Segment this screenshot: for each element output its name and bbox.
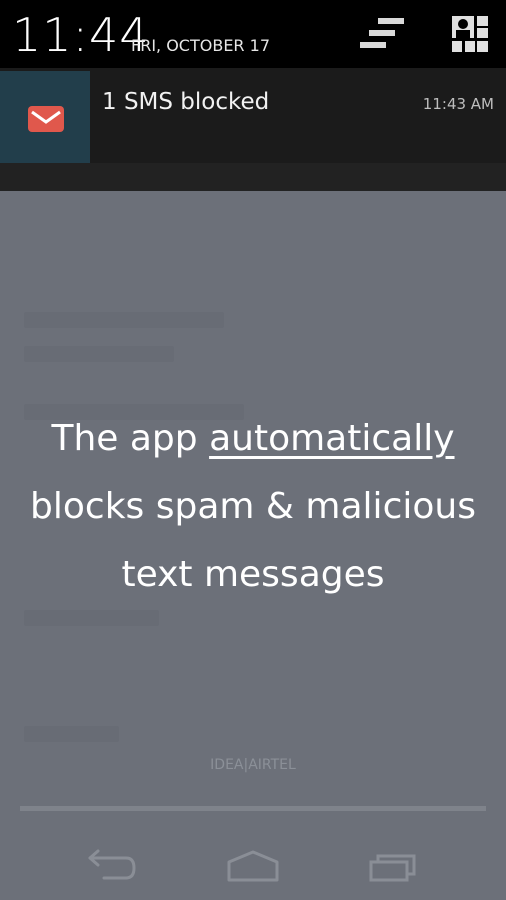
carrier-label: IDEA|AIRTEL bbox=[210, 757, 296, 773]
ghost-row bbox=[24, 610, 159, 626]
status-header: 11:44 FRI, OCTOBER 17 bbox=[0, 0, 506, 68]
ghost-row bbox=[24, 346, 174, 362]
divider bbox=[20, 806, 486, 811]
back-icon[interactable] bbox=[86, 848, 138, 884]
quick-settings-icon[interactable] bbox=[450, 14, 490, 54]
date: FRI, OCTOBER 17 bbox=[131, 36, 270, 55]
notification-icon-area bbox=[0, 71, 90, 163]
shade-handle[interactable] bbox=[0, 163, 506, 191]
notification-title: 1 SMS blocked bbox=[102, 89, 270, 115]
clear-all-icon[interactable] bbox=[360, 18, 408, 52]
home-icon[interactable] bbox=[226, 848, 280, 882]
promo-line-3: text messages bbox=[121, 554, 385, 595]
promo-line-2: blocks spam & malicious bbox=[30, 486, 476, 527]
promo-emphasis: automatically bbox=[209, 418, 455, 459]
promo-message: The app automatically blocks spam & mali… bbox=[0, 405, 506, 609]
clock: 11:44 bbox=[12, 8, 150, 62]
notification-time: 11:43 AM bbox=[422, 95, 494, 113]
ghost-row bbox=[24, 312, 224, 328]
promo-prefix: The app bbox=[51, 418, 210, 459]
recents-icon[interactable] bbox=[368, 848, 420, 882]
mail-icon bbox=[28, 106, 64, 132]
sms-blocked-notification[interactable]: 1 SMS blocked 11:43 AM bbox=[0, 68, 506, 163]
promo-line-1: The app automatically bbox=[0, 405, 506, 473]
ghost-row bbox=[24, 726, 119, 742]
